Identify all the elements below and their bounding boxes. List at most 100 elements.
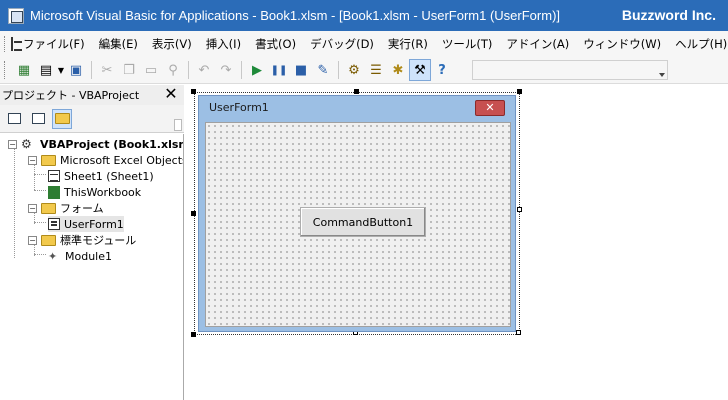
menu-addins[interactable]: アドイン(A) <box>506 36 569 52</box>
collapse-icon[interactable]: − <box>28 203 37 213</box>
run-icon[interactable]: ▶ <box>246 59 268 81</box>
tree-line <box>34 254 46 255</box>
window-title: Microsoft Visual Basic for Applications … <box>30 8 561 23</box>
menu-debug[interactable]: デバッグ(D) <box>310 36 374 52</box>
project-tree: − VBAProject (Book1.xlsm) − Microsoft Ex… <box>0 134 184 400</box>
save-icon[interactable]: ▣ <box>65 59 87 81</box>
view-object-button[interactable] <box>28 109 48 129</box>
menu-tools[interactable]: ツール(T) <box>442 36 493 52</box>
menu-insert[interactable]: 挿入(I) <box>206 36 241 52</box>
toolbar-separator <box>241 61 242 79</box>
resize-handle[interactable] <box>354 89 359 94</box>
tree-item-forms[interactable]: − フォーム <box>28 200 104 216</box>
window-menu-icon[interactable] <box>11 37 22 51</box>
project-pane-title: プロジェクト - VBAProject <box>2 89 140 102</box>
break-icon[interactable]: ❚❚ <box>268 59 290 81</box>
reset-icon[interactable]: ■ <box>290 59 312 81</box>
tree-item-label: UserForm1 <box>64 217 124 231</box>
tree-line <box>34 190 46 191</box>
tree-item-module1[interactable]: Module1 <box>48 248 112 264</box>
menu-edit[interactable]: 編集(E) <box>99 36 138 52</box>
tree-item-vbaproject[interactable]: − VBAProject (Book1.xlsm) <box>8 136 184 152</box>
help-icon[interactable]: ? <box>431 59 453 81</box>
tree-item-label: フォーム <box>60 202 104 215</box>
resize-handle[interactable] <box>517 89 522 94</box>
tree-line <box>34 222 46 223</box>
properties-icon[interactable]: ☰ <box>365 59 387 81</box>
tree-item-thisworkbook[interactable]: ThisWorkbook <box>48 184 141 200</box>
toolbar-separator <box>188 61 189 79</box>
menu-help[interactable]: ヘルプ(H) <box>675 36 727 52</box>
userform-caption: UserForm1 <box>209 101 269 114</box>
pane-scroll-arrow[interactable] <box>174 119 182 131</box>
collapse-icon[interactable]: − <box>28 155 37 165</box>
resize-handle[interactable] <box>191 211 196 216</box>
tree-item-userform1[interactable]: UserForm1 <box>48 216 124 232</box>
workbook-icon <box>48 185 60 199</box>
close-icon[interactable]: ✕ <box>162 85 180 103</box>
undo-icon[interactable]: ↶ <box>193 59 215 81</box>
collapse-icon[interactable]: − <box>8 139 17 149</box>
toolbar-gripper[interactable] <box>4 61 7 79</box>
menu-window[interactable]: ウィンドウ(W) <box>583 36 661 52</box>
userform-icon <box>48 218 60 230</box>
userform-grid-canvas[interactable]: CommandButton1 <box>205 122 511 327</box>
menu-view[interactable]: 表示(V) <box>152 36 192 52</box>
userform-designer: UserForm1 ✕ CommandButton1 <box>186 85 728 400</box>
app-icon[interactable] <box>8 7 24 24</box>
object-browser-icon[interactable]: ✱ <box>387 59 409 81</box>
tree-item-label: 標準モジュール <box>60 234 137 247</box>
find-icon[interactable]: ⚲ <box>162 59 184 81</box>
view-code-icon <box>7 113 21 124</box>
folder-icon <box>41 202 56 214</box>
resize-handle[interactable] <box>191 332 196 337</box>
command-button-1[interactable]: CommandButton1 <box>300 207 426 237</box>
insert-object-icon[interactable]: ▤ <box>35 59 57 81</box>
userform-titlebar: UserForm1 ✕ <box>199 96 515 120</box>
resize-handle[interactable] <box>516 330 521 335</box>
cut-icon[interactable]: ✂ <box>96 59 118 81</box>
project-pane-toolbar <box>0 105 184 133</box>
userform-window[interactable]: UserForm1 ✕ CommandButton1 <box>198 95 516 332</box>
redo-icon[interactable]: ↷ <box>215 59 237 81</box>
standard-toolbar: ▦ ▤ ▼ ▣ ✂ ❐ ▭ ⚲ ↶ ↷ ▶ ❚❚ ■ ✎ ⚙ ☰ ✱ ⚒ ? <box>0 57 728 84</box>
menu-run[interactable]: 実行(R) <box>388 36 428 52</box>
collapse-icon[interactable]: − <box>28 235 37 245</box>
folder-icon <box>41 154 56 166</box>
tree-item-label: ThisWorkbook <box>64 185 142 199</box>
paste-icon[interactable]: ▭ <box>140 59 162 81</box>
copy-icon[interactable]: ❐ <box>118 59 140 81</box>
insert-dropdown-icon[interactable]: ▼ <box>57 59 65 81</box>
title-bar: Microsoft Visual Basic for Applications … <box>0 0 728 31</box>
tree-item-sheet1[interactable]: Sheet1 (Sheet1) <box>48 168 154 184</box>
view-code-button[interactable] <box>4 109 24 129</box>
view-object-icon <box>31 113 45 124</box>
tree-line <box>14 146 15 258</box>
toolbar-separator <box>91 61 92 79</box>
tree-item-excel-objects[interactable]: − Microsoft Excel Objects <box>28 152 183 168</box>
close-icon[interactable]: ✕ <box>475 100 505 116</box>
tree-item-label: Module1 <box>65 249 112 263</box>
toggle-folders-button[interactable] <box>52 108 72 129</box>
tree-item-label: VBAProject (Book1.xlsm) <box>40 137 184 151</box>
menu-bar: ファイル(F) 編集(E) 表示(V) 挿入(I) 書式(O) デバッグ(D) … <box>0 31 728 57</box>
project-explorer-icon[interactable]: ⚙ <box>343 59 365 81</box>
toolbox-icon[interactable]: ⚒ <box>409 59 431 81</box>
brand-label: Buzzword Inc. <box>621 7 716 23</box>
menu-file[interactable]: ファイル(F) <box>23 36 85 52</box>
module-icon <box>48 250 61 262</box>
folder-icon <box>54 113 70 124</box>
view-excel-icon[interactable]: ▦ <box>13 59 35 81</box>
tree-line <box>34 174 46 175</box>
design-mode-icon[interactable]: ✎ <box>312 59 334 81</box>
folder-icon <box>41 234 56 246</box>
tree-item-modules[interactable]: − 標準モジュール <box>28 232 136 248</box>
menu-format[interactable]: 書式(O) <box>255 36 296 52</box>
project-pane-header: プロジェクト - VBAProject ✕ <box>0 85 184 105</box>
resize-handle[interactable] <box>517 207 522 212</box>
tree-item-label: Sheet1 (Sheet1) <box>64 169 154 183</box>
resize-handle[interactable] <box>191 89 196 94</box>
worksheet-icon <box>48 170 60 182</box>
toolbar-position-box <box>472 60 668 80</box>
menubar-gripper[interactable] <box>4 36 5 52</box>
